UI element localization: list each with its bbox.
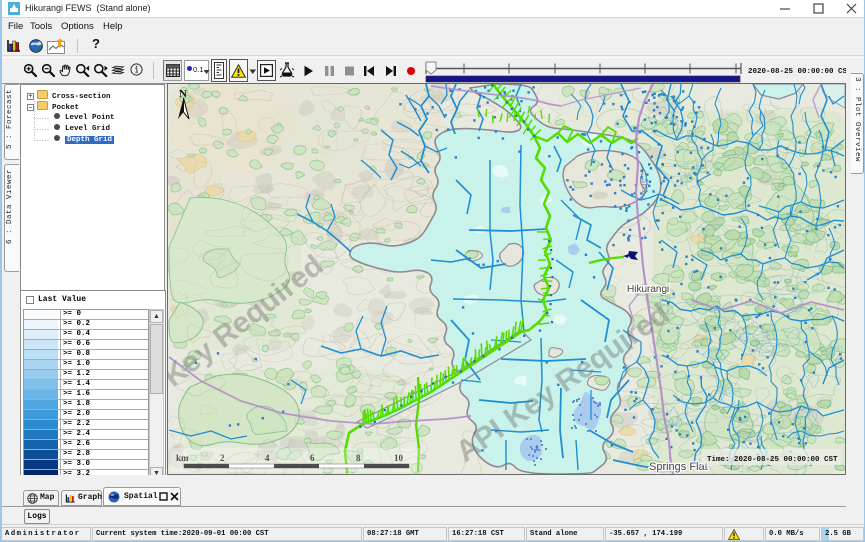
svg-text:Time: 2020-08-25 00:00:00 CST: Time: 2020-08-25 00:00:00 CST: [707, 456, 838, 464]
svg-text:Hikurangi: Hikurangi: [627, 284, 669, 295]
svg-text:SH1: SH1: [640, 178, 649, 194]
svg-text:Springs Flat: Springs Flat: [649, 461, 708, 473]
